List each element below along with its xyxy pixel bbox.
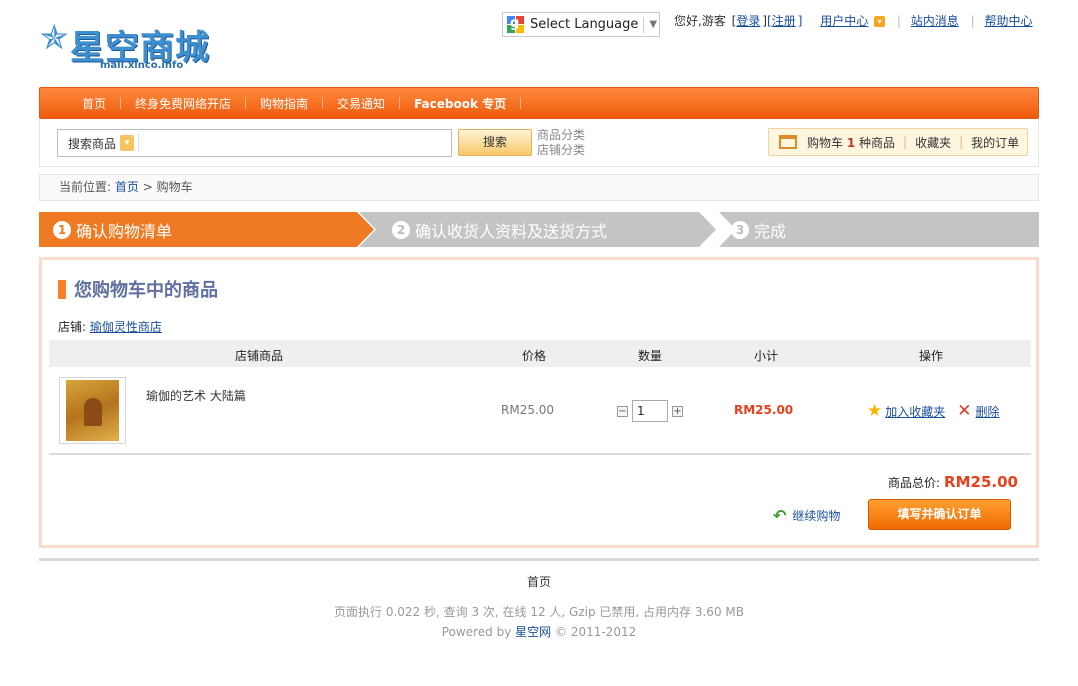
help-link[interactable]: 帮助中心 (985, 14, 1033, 28)
checkout-steps: 1 确认购物清单 2 确认收货人资料及送货方式 3 完成 (39, 212, 1039, 247)
language-selector[interactable]: g Select Language ▼ (502, 12, 660, 37)
login-link[interactable]: 登录 (736, 14, 760, 28)
logo-subtitle: mall.xinco.info (100, 60, 184, 71)
search-button[interactable]: 搜索 (458, 129, 532, 156)
book-cover-image (66, 380, 119, 441)
add-favorite-link[interactable]: 加入收藏夹 (885, 403, 945, 420)
copyright-text: © 2011-2012 (555, 625, 637, 639)
product-thumbnail[interactable] (59, 377, 126, 444)
step-3-number: 3 (731, 220, 749, 239)
back-arrow-icon: ↶ (773, 506, 787, 525)
site-logo[interactable]: ✯ 星空商城 mall.xinco.info (40, 14, 220, 76)
footer-powered-by: Powered by 星空网 © 2011-2012 (0, 623, 1078, 640)
category-links: 商品分类 店铺分类 (537, 128, 585, 158)
nav-item-free-shop[interactable]: 终身免费网络开店 (121, 95, 245, 112)
column-actions: 操作 (919, 349, 944, 363)
product-subtotal: RM25.00 (734, 403, 794, 417)
cart-title: 您购物车中的商品 (58, 276, 218, 302)
footer-stats: 页面执行 0.022 秒, 查询 3 次, 在线 12 人, Gzip 已禁用,… (334, 605, 744, 619)
shop-name-link[interactable]: 瑜伽灵性商店 (90, 320, 162, 334)
breadcrumb-current: 购物车 (156, 180, 193, 194)
chevron-down-icon: ▼ (649, 19, 658, 30)
step-1-number: 1 (53, 220, 71, 239)
shop-label: 店铺: (58, 320, 87, 334)
favorites-link[interactable]: 收藏夹 (915, 134, 951, 151)
search-divider (138, 134, 140, 152)
table-row: 瑜伽的艺术 大陆篇 RM25.00 − 1 + RM25.00 ★ 加入收藏夹 … (49, 367, 1031, 455)
shop-category-link[interactable]: 店铺分类 (537, 143, 585, 158)
total-label: 商品总价: (888, 476, 941, 490)
search-bar: 搜索商品 ▾ 搜索 商品分类 店铺分类 购物车 1 种商品 | 收藏夹 | 我的… (39, 119, 1039, 167)
step-2: 2 确认收货人资料及送货方式 (392, 212, 607, 247)
quantity-decrease-button[interactable]: − (617, 405, 628, 417)
powered-link[interactable]: 星空网 (515, 625, 551, 639)
search-input[interactable]: 搜索商品 ▾ (57, 129, 452, 157)
google-translate-icon: g (507, 16, 524, 33)
my-orders-link[interactable]: 我的订单 (971, 134, 1019, 151)
footer-home-link[interactable]: 首页 (0, 573, 1078, 590)
step-3: 3 完成 (731, 212, 786, 247)
column-subtotal: 小计 (754, 349, 779, 363)
title-bar-icon (58, 279, 66, 299)
nav-divider (520, 97, 522, 109)
powered-prefix: Powered by (441, 625, 512, 639)
cart-count: 1 (846, 135, 856, 150)
main-nav: 首页 终身免费网络开店 购物指南 交易通知 Facebook 专页 (39, 87, 1039, 119)
cart-title-text: 您购物车中的商品 (74, 280, 218, 301)
step-1: 1 确认购物清单 (53, 212, 172, 247)
nav-item-home[interactable]: 首页 (68, 95, 120, 112)
cart-panel: 您购物车中的商品 店铺: 瑜伽灵性商店 店铺商品 价格 数量 小计 操作 瑜伽的… (39, 257, 1039, 548)
nav-item-shopping-guide[interactable]: 购物指南 (246, 95, 322, 112)
delete-link[interactable]: 删除 (976, 403, 1000, 420)
continue-shopping-label: 继续购物 (792, 509, 841, 523)
cart-icon (779, 135, 797, 149)
chevron-down-icon[interactable]: ▾ (874, 16, 886, 27)
footer-divider (39, 558, 1039, 561)
continue-shopping-link[interactable]: ↶ 继续购物 (773, 506, 840, 525)
column-product: 店铺商品 (235, 349, 284, 363)
quantity-increase-button[interactable]: + (672, 405, 683, 417)
mini-cart: 购物车 1 种商品 | 收藏夹 | 我的订单 (768, 128, 1028, 156)
product-price: RM25.00 (501, 403, 555, 417)
register-link[interactable]: [注册] (767, 14, 802, 28)
star-logo-icon: ✯ (40, 18, 69, 58)
breadcrumb-prefix: 当前位置: (59, 180, 112, 194)
messages-link[interactable]: 站内消息 (911, 14, 959, 28)
step-2-number: 2 (392, 220, 410, 239)
top-user-links: 您好,游客 [登录][注册] 用户中心 ▾ | 站内消息 | 帮助中心 (674, 14, 1033, 28)
language-label: Select Language (530, 17, 639, 32)
quantity-stepper: − 1 + (617, 400, 683, 422)
cart-table-header: 店铺商品 价格 数量 小计 操作 (49, 340, 1031, 367)
greeting-text: 您好,游客 (674, 14, 726, 28)
breadcrumb-separator: > (142, 180, 153, 194)
order-total: 商品总价: RM25.00 (888, 473, 1018, 491)
nav-item-facebook[interactable]: Facebook 专页 (400, 95, 520, 112)
shop-line: 店铺: 瑜伽灵性商店 (58, 318, 162, 335)
total-value: RM25.00 (944, 473, 1018, 491)
quantity-input[interactable]: 1 (632, 400, 668, 422)
delete-icon[interactable]: ✕ (957, 401, 971, 421)
product-name-link[interactable]: 瑜伽的艺术 大陆篇 (146, 387, 246, 404)
row-actions: ★ 加入收藏夹 ✕ 删除 (867, 401, 1000, 421)
column-price: 价格 (522, 349, 547, 363)
column-quantity: 数量 (638, 349, 663, 363)
user-center-link[interactable]: 用户中心 (820, 14, 868, 28)
breadcrumb: 当前位置: 首页 > 购物车 (39, 174, 1039, 201)
confirm-order-button[interactable]: 填写并确认订单 (868, 499, 1011, 530)
cart-link[interactable]: 购物车 1 种商品 (807, 134, 895, 151)
step-1-label: 确认购物清单 (76, 221, 173, 241)
chevron-down-icon[interactable]: ▾ (120, 135, 135, 151)
search-category-label[interactable]: 搜索商品 (68, 135, 116, 152)
breadcrumb-home-link[interactable]: 首页 (115, 180, 139, 194)
star-icon[interactable]: ★ (867, 401, 882, 421)
goods-category-link[interactable]: 商品分类 (537, 128, 585, 143)
step-2-label: 确认收货人资料及送货方式 (415, 221, 608, 241)
nav-item-trade-notice[interactable]: 交易通知 (323, 95, 399, 112)
step-3-label: 完成 (754, 221, 787, 241)
language-divider (643, 16, 645, 33)
